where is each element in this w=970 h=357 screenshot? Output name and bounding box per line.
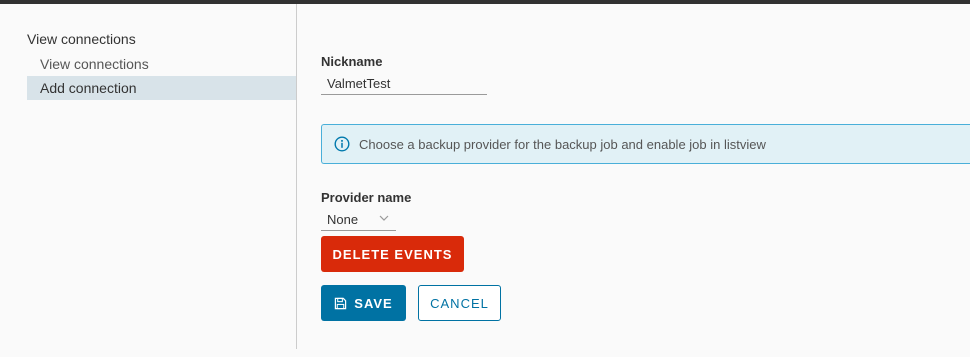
floppy-disk-icon xyxy=(335,297,347,309)
provider-name-label: Provider name xyxy=(321,190,412,205)
info-circle-icon xyxy=(334,136,350,152)
sidebar-item-view-connections[interactable]: View connections xyxy=(27,52,296,76)
chevron-down-icon xyxy=(379,215,389,221)
provider-select-value: None xyxy=(327,212,359,227)
cancel-button[interactable]: CANCEL xyxy=(418,285,501,321)
delete-events-label: DELETE EVENTS xyxy=(332,246,453,262)
alert-message: Choose a backup provider for the backup … xyxy=(359,137,766,152)
main-content: Nickname Choose a backup provider for th… xyxy=(297,4,970,357)
save-label: SAVE xyxy=(354,295,393,311)
save-button[interactable]: SAVE xyxy=(321,285,406,321)
sidebar-item-add-connection[interactable]: Add connection xyxy=(27,76,296,100)
cancel-label: CANCEL xyxy=(430,295,489,311)
info-alert: Choose a backup provider for the backup … xyxy=(321,124,970,164)
nickname-label: Nickname xyxy=(321,54,383,69)
sidebar-nav: View connections View connections Add co… xyxy=(0,4,297,349)
provider-select[interactable]: None xyxy=(321,208,396,231)
sidebar-group-title: View connections xyxy=(27,31,136,47)
nickname-input[interactable] xyxy=(321,73,487,95)
delete-events-button[interactable]: DELETE EVENTS xyxy=(321,236,464,272)
